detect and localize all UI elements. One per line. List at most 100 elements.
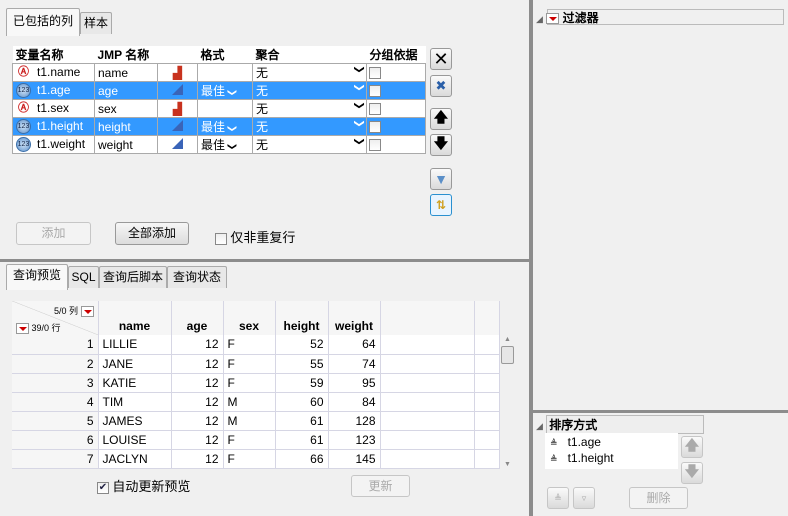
sort-ascending-icon[interactable]: ≜ xyxy=(550,454,558,464)
tab-included-columns[interactable]: 已包括的列 xyxy=(6,8,80,36)
auto-update-checkbox[interactable]: ✔ xyxy=(97,481,109,494)
chevron-down-icon[interactable]: ❯ xyxy=(227,89,238,97)
table-row[interactable]: 1 LILLIE 12 F 52 64 xyxy=(12,335,500,355)
sort-item-label: t1.age xyxy=(567,435,601,449)
group-by-cell[interactable] xyxy=(366,117,426,136)
jmp-name-cell[interactable]: weight xyxy=(94,135,158,154)
scrollbar-thumb[interactable] xyxy=(501,346,514,364)
horizontal-splitter-left[interactable] xyxy=(0,259,529,262)
chevron-down-icon[interactable]: ❯ xyxy=(353,83,364,91)
tab-sample[interactable]: 样本 xyxy=(80,12,112,34)
tab-query-status[interactable]: 查询状态 xyxy=(167,266,227,288)
sort-ascending-button[interactable]: ≜ xyxy=(547,487,569,509)
tab-post-query-script[interactable]: 查询后脚本 xyxy=(99,266,167,288)
sort-move-down-button[interactable]: 🡇 xyxy=(681,462,703,484)
group-by-checkbox[interactable] xyxy=(369,85,381,98)
format-cell[interactable]: 最佳 ❯ xyxy=(197,117,253,136)
tab-query-preview[interactable]: 查询预览 xyxy=(6,264,68,290)
table-row[interactable]: 5 JAMES 12 M 61 128 xyxy=(12,411,500,431)
horizontal-splitter-right[interactable] xyxy=(533,410,788,413)
aggregation-select[interactable]: 无 ❯ xyxy=(252,63,367,82)
table-row[interactable]: 6 LOUISE 12 F 61 123 xyxy=(12,430,500,450)
grid-header-age[interactable]: age xyxy=(171,301,224,335)
filter-button[interactable]: ▼ xyxy=(430,168,452,190)
empty-cell xyxy=(474,354,500,374)
group-by-cell[interactable] xyxy=(366,99,426,118)
jmp-name-cell[interactable]: name xyxy=(94,63,158,82)
aggregation-select[interactable]: 无 ❯ xyxy=(252,81,367,100)
format-cell[interactable] xyxy=(197,99,253,118)
distinct-only-checkbox[interactable]: 仅非重复行 xyxy=(215,227,295,246)
chevron-down-icon[interactable]: ❯ xyxy=(227,125,238,133)
group-by-cell[interactable] xyxy=(366,63,426,82)
table-row[interactable]: 3 KATIE 12 F 59 95 xyxy=(12,373,500,393)
scroll-down-icon[interactable]: ▼ xyxy=(500,461,515,468)
scroll-up-icon[interactable]: ▲ xyxy=(500,336,515,343)
table-row[interactable]: 4 TIM 12 M 60 84 xyxy=(12,392,500,412)
group-by-checkbox[interactable] xyxy=(369,121,381,134)
sort-ascending-icon[interactable]: ≜ xyxy=(550,438,558,448)
column-row[interactable]: 123 t1.weight weight 最佳 ❯ 无 ❯ xyxy=(12,135,426,154)
age-cell: 12 xyxy=(171,411,224,431)
chevron-down-icon[interactable]: ❯ xyxy=(353,119,364,127)
columns-menu-icon[interactable] xyxy=(80,306,94,318)
group-by-cell[interactable] xyxy=(366,135,426,154)
collapse-triangle-icon[interactable]: ◢ xyxy=(536,421,543,431)
move-up-button[interactable]: 🡅 xyxy=(430,108,452,130)
checkbox[interactable] xyxy=(215,232,227,245)
auto-update-preview[interactable]: ✔ 自动更新预览 xyxy=(97,476,190,495)
chevron-down-icon[interactable]: ❯ xyxy=(227,143,238,151)
sort-panel-header[interactable]: ◢ 排序方式 xyxy=(536,415,706,434)
column-row[interactable]: Ⓐt1.sex sex ▟ 无 ❯ xyxy=(12,99,426,118)
sort-button[interactable]: ⇅ xyxy=(430,194,452,216)
name-cell: KATIE xyxy=(98,373,172,393)
remove-column-button[interactable]: ✕ xyxy=(430,48,452,70)
grid-header-weight[interactable]: weight xyxy=(328,301,381,335)
chevron-down-icon[interactable]: ❯ xyxy=(353,137,364,145)
group-by-checkbox[interactable] xyxy=(369,103,381,116)
group-by-checkbox[interactable] xyxy=(369,139,381,152)
aggregation-select[interactable]: 无 ❯ xyxy=(252,135,367,154)
column-row[interactable]: 123 t1.age age 最佳 ❯ 无 ❯ xyxy=(12,81,426,100)
vertical-splitter[interactable] xyxy=(529,0,533,516)
format-cell[interactable]: 最佳 ❯ xyxy=(197,135,253,154)
empty-cell xyxy=(380,354,475,374)
aggregation-select[interactable]: 无 ❯ xyxy=(252,117,367,136)
add-all-button[interactable]: 全部添加 xyxy=(115,222,189,245)
chevron-down-icon[interactable]: ❯ xyxy=(353,65,364,73)
group-by-checkbox[interactable] xyxy=(369,67,381,80)
add-button[interactable]: 添加 xyxy=(16,222,91,245)
filter-menu-icon[interactable] xyxy=(546,13,560,25)
rows-menu-icon[interactable] xyxy=(16,323,29,334)
grid-header-height[interactable]: height xyxy=(275,301,329,335)
update-button[interactable]: 更新 xyxy=(351,475,410,497)
jmp-name-cell[interactable]: height xyxy=(94,117,158,136)
sort-move-up-button[interactable]: 🡅 xyxy=(681,436,703,458)
header-group-by: 分组依据 xyxy=(366,46,426,64)
column-row[interactable]: Ⓐt1.name name ▟ 无 ❯ xyxy=(12,63,426,82)
grid-header-sex[interactable]: sex xyxy=(223,301,276,335)
height-cell: 60 xyxy=(275,392,329,412)
aggregation-select[interactable]: 无 ❯ xyxy=(252,99,367,118)
filter-panel-header[interactable]: ◢ 过滤器 xyxy=(536,9,784,25)
vertical-scrollbar[interactable]: ▲ ▼ xyxy=(500,336,515,470)
format-cell[interactable] xyxy=(197,63,253,82)
move-down-button[interactable]: 🡇 xyxy=(430,134,452,156)
table-row[interactable]: 2 JANE 12 F 55 74 xyxy=(12,354,500,374)
grid-header-name[interactable]: name xyxy=(98,301,172,335)
sort-descending-button[interactable]: ▿ xyxy=(573,487,595,509)
sort-item[interactable]: ≜ t1.age xyxy=(550,435,678,451)
group-by-cell[interactable] xyxy=(366,81,426,100)
sort-item[interactable]: ≜ t1.height xyxy=(550,451,678,467)
column-row[interactable]: 123 t1.height height 最佳 ❯ 无 ❯ xyxy=(12,117,426,136)
delete-button[interactable]: 删除 xyxy=(629,487,688,509)
table-row[interactable]: 7 JACLYN 12 F 66 145 xyxy=(12,449,500,469)
format-cell[interactable]: 最佳 ❯ xyxy=(197,81,253,100)
remove-all-button[interactable]: ✖ xyxy=(430,75,452,97)
jmp-name-cell[interactable]: age xyxy=(94,81,158,100)
chevron-down-icon[interactable]: ❯ xyxy=(353,101,364,109)
empty-cell xyxy=(474,373,500,393)
collapse-triangle-icon[interactable]: ◢ xyxy=(536,14,543,24)
jmp-name-cell[interactable]: sex xyxy=(94,99,158,118)
tab-sql[interactable]: SQL xyxy=(68,266,99,288)
